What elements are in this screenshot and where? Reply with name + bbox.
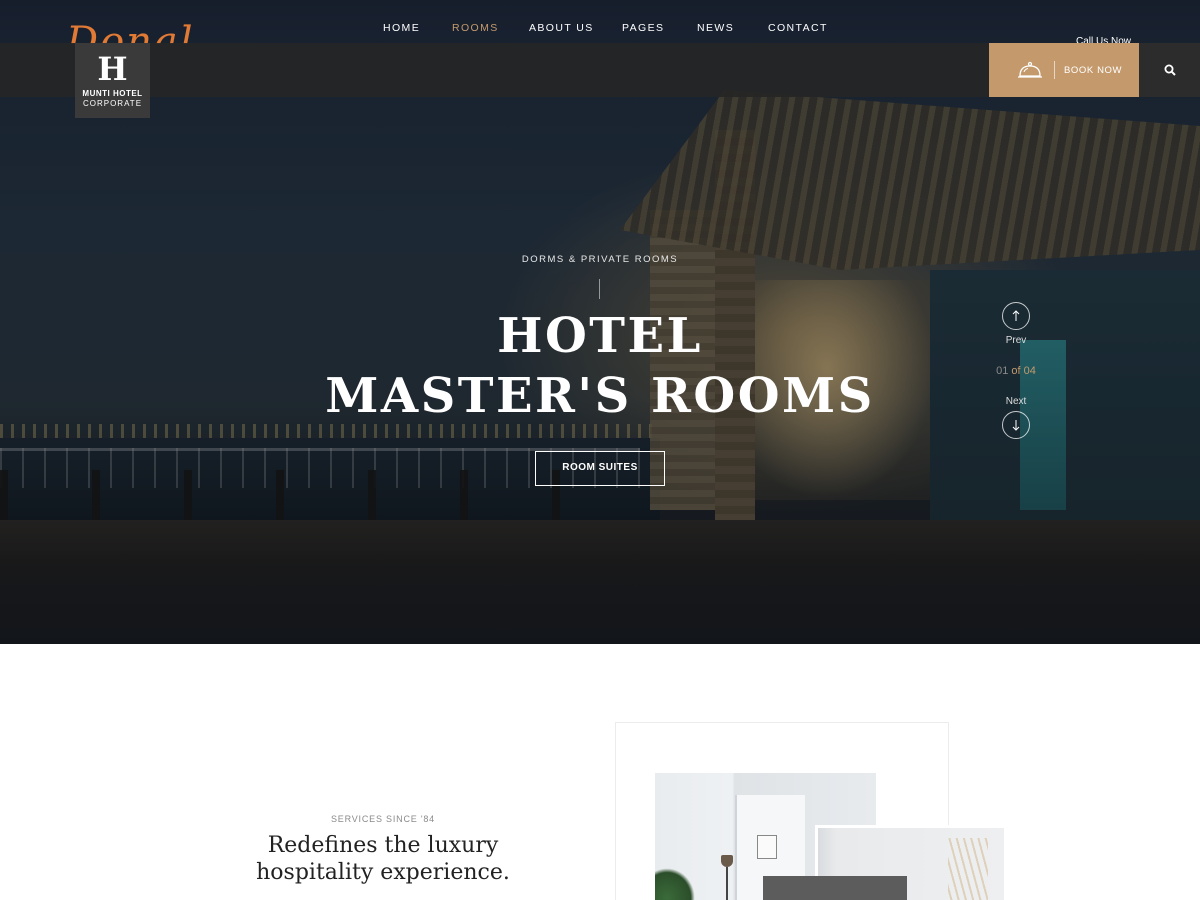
logo-subtitle: CORPORATE [82, 99, 143, 108]
logo-letter: H [97, 50, 128, 88]
photo-decor-grass [948, 838, 988, 900]
site-logo[interactable]: H MUNTI HOTEL CORPORATE [75, 43, 150, 118]
slider-current: 01 [996, 365, 1009, 377]
logo-name: MUNTI HOTEL [82, 89, 143, 98]
photo-wall-art [757, 835, 777, 859]
nav-item-home[interactable]: HOME [383, 22, 420, 34]
hero-eyebrow: DORMS & PRIVATE ROOMS [521, 254, 679, 265]
services-title: Redefines the luxury hospitality experie… [233, 832, 533, 886]
services-eyebrow: SERVICES SINCE '84 [331, 814, 435, 824]
services-title-line1: Redefines the luxury [267, 833, 499, 858]
book-now-label: BOOK NOW [1064, 65, 1123, 76]
book-divider [1054, 61, 1055, 79]
arrow-down-icon [1012, 420, 1020, 431]
slider-counter: 01 of 04 [986, 365, 1046, 377]
nav-item-news[interactable]: NEWS [697, 22, 734, 34]
photo-lamp-stand [726, 867, 728, 900]
bell-icon [1018, 61, 1042, 78]
nav-item-about-us[interactable]: ABOUT US [529, 22, 594, 34]
nav-item-pages[interactable]: PAGES [622, 22, 664, 34]
nav-item-rooms[interactable]: ROOMS [452, 22, 499, 34]
book-now-button[interactable]: BOOK NOW [989, 43, 1139, 97]
nav-item-contact[interactable]: CONTACT [768, 22, 828, 34]
gallery-dark-card [763, 876, 907, 900]
arrow-up-icon [1012, 310, 1020, 321]
photo-plant [655, 868, 695, 900]
slider-prev-button[interactable] [1002, 302, 1030, 330]
services-section [0, 644, 1200, 900]
slider-next-label[interactable]: Next [986, 396, 1046, 407]
slider-total: 04 [1023, 365, 1036, 377]
room-suites-button[interactable]: ROOM SUITES [535, 451, 665, 486]
hero-divider [599, 279, 600, 299]
script-logo: Donal [66, 19, 195, 44]
slider-of: of [1008, 365, 1024, 377]
services-title-line2: hospitality experience. [256, 860, 510, 885]
search-icon [1164, 64, 1176, 76]
slider-next-button[interactable] [1002, 411, 1030, 439]
slider-prev-label[interactable]: Prev [986, 335, 1046, 346]
photo-lamp [721, 855, 733, 867]
search-button[interactable] [1139, 43, 1200, 97]
